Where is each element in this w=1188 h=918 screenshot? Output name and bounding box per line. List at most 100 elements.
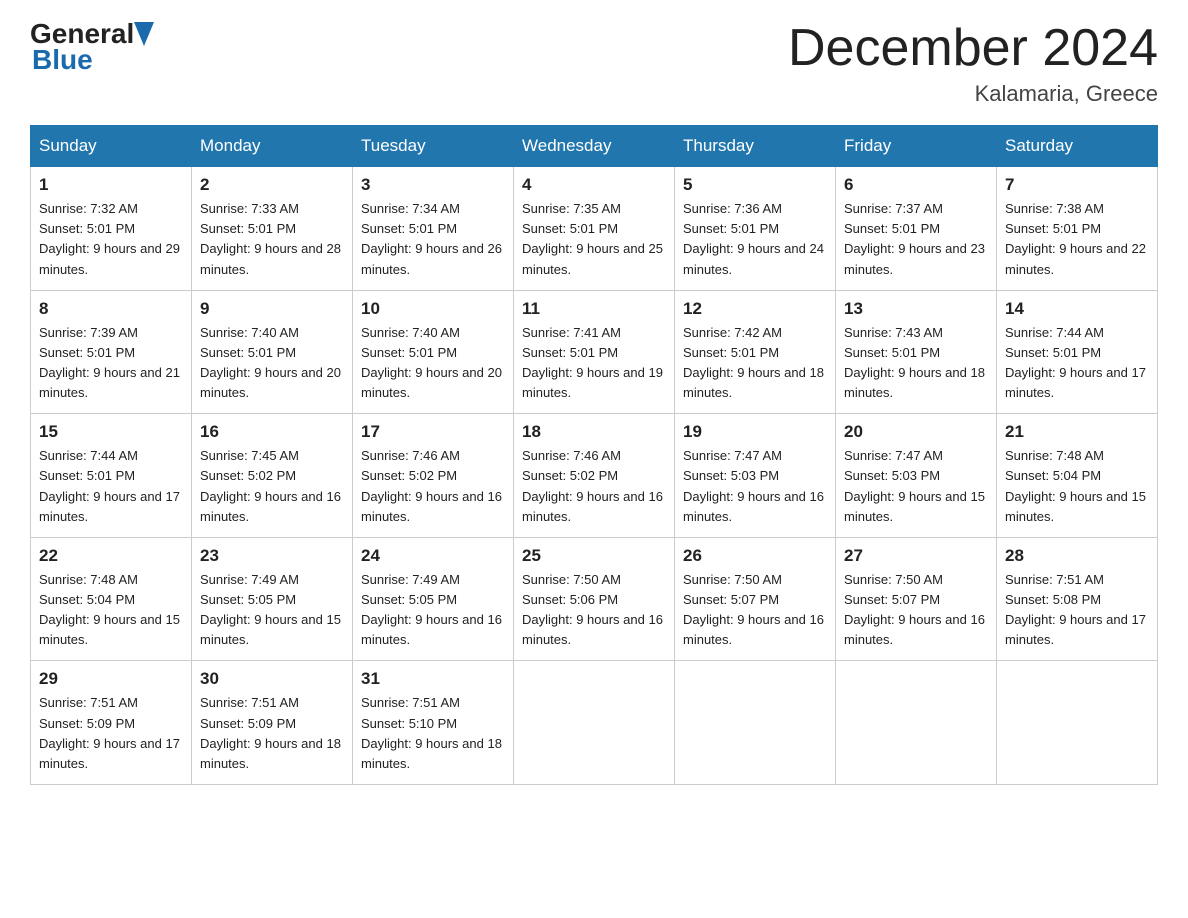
day-cell-14: 14 Sunrise: 7:44 AMSunset: 5:01 PMDaylig… [997,290,1158,414]
day-cell-16: 16 Sunrise: 7:45 AMSunset: 5:02 PMDaylig… [192,414,353,538]
day-info: Sunrise: 7:44 AMSunset: 5:01 PMDaylight:… [39,448,180,523]
day-cell-6: 6 Sunrise: 7:37 AMSunset: 5:01 PMDayligh… [836,167,997,291]
day-cell-19: 19 Sunrise: 7:47 AMSunset: 5:03 PMDaylig… [675,414,836,538]
day-info: Sunrise: 7:42 AMSunset: 5:01 PMDaylight:… [683,325,824,400]
day-number: 11 [522,299,666,319]
week-row-1: 1 Sunrise: 7:32 AMSunset: 5:01 PMDayligh… [31,167,1158,291]
day-number: 7 [1005,175,1149,195]
day-number: 18 [522,422,666,442]
day-cell-25: 25 Sunrise: 7:50 AMSunset: 5:06 PMDaylig… [514,537,675,661]
day-info: Sunrise: 7:32 AMSunset: 5:01 PMDaylight:… [39,201,180,276]
day-info: Sunrise: 7:46 AMSunset: 5:02 PMDaylight:… [361,448,502,523]
day-info: Sunrise: 7:50 AMSunset: 5:07 PMDaylight:… [683,572,824,647]
day-number: 19 [683,422,827,442]
day-info: Sunrise: 7:49 AMSunset: 5:05 PMDaylight:… [361,572,502,647]
empty-cell-4-3 [514,661,675,785]
day-number: 9 [200,299,344,319]
day-number: 8 [39,299,183,319]
day-cell-31: 31 Sunrise: 7:51 AMSunset: 5:10 PMDaylig… [353,661,514,785]
weekday-tuesday: Tuesday [353,126,514,167]
week-row-3: 15 Sunrise: 7:44 AMSunset: 5:01 PMDaylig… [31,414,1158,538]
weekday-saturday: Saturday [997,126,1158,167]
day-number: 5 [683,175,827,195]
location: Kalamaria, Greece [788,81,1158,107]
day-number: 3 [361,175,505,195]
day-info: Sunrise: 7:50 AMSunset: 5:07 PMDaylight:… [844,572,985,647]
title-block: December 2024 Kalamaria, Greece [788,20,1158,107]
day-info: Sunrise: 7:34 AMSunset: 5:01 PMDaylight:… [361,201,502,276]
day-number: 2 [200,175,344,195]
day-number: 10 [361,299,505,319]
day-number: 30 [200,669,344,689]
day-cell-17: 17 Sunrise: 7:46 AMSunset: 5:02 PMDaylig… [353,414,514,538]
day-info: Sunrise: 7:43 AMSunset: 5:01 PMDaylight:… [844,325,985,400]
day-info: Sunrise: 7:37 AMSunset: 5:01 PMDaylight:… [844,201,985,276]
day-number: 15 [39,422,183,442]
day-cell-11: 11 Sunrise: 7:41 AMSunset: 5:01 PMDaylig… [514,290,675,414]
logo-blue-text: Blue [30,44,93,76]
day-cell-22: 22 Sunrise: 7:48 AMSunset: 5:04 PMDaylig… [31,537,192,661]
empty-cell-4-5 [836,661,997,785]
day-number: 16 [200,422,344,442]
day-number: 31 [361,669,505,689]
day-cell-23: 23 Sunrise: 7:49 AMSunset: 5:05 PMDaylig… [192,537,353,661]
week-row-2: 8 Sunrise: 7:39 AMSunset: 5:01 PMDayligh… [31,290,1158,414]
day-info: Sunrise: 7:49 AMSunset: 5:05 PMDaylight:… [200,572,341,647]
logo-arrow-icon [134,22,154,46]
day-number: 13 [844,299,988,319]
day-cell-9: 9 Sunrise: 7:40 AMSunset: 5:01 PMDayligh… [192,290,353,414]
day-info: Sunrise: 7:40 AMSunset: 5:01 PMDaylight:… [200,325,341,400]
day-cell-8: 8 Sunrise: 7:39 AMSunset: 5:01 PMDayligh… [31,290,192,414]
day-info: Sunrise: 7:48 AMSunset: 5:04 PMDaylight:… [1005,448,1146,523]
day-info: Sunrise: 7:33 AMSunset: 5:01 PMDaylight:… [200,201,341,276]
day-info: Sunrise: 7:41 AMSunset: 5:01 PMDaylight:… [522,325,663,400]
day-number: 29 [39,669,183,689]
day-info: Sunrise: 7:46 AMSunset: 5:02 PMDaylight:… [522,448,663,523]
week-row-4: 22 Sunrise: 7:48 AMSunset: 5:04 PMDaylig… [31,537,1158,661]
day-cell-5: 5 Sunrise: 7:36 AMSunset: 5:01 PMDayligh… [675,167,836,291]
day-number: 14 [1005,299,1149,319]
day-info: Sunrise: 7:51 AMSunset: 5:10 PMDaylight:… [361,695,502,770]
day-info: Sunrise: 7:36 AMSunset: 5:01 PMDaylight:… [683,201,824,276]
day-cell-15: 15 Sunrise: 7:44 AMSunset: 5:01 PMDaylig… [31,414,192,538]
month-title: December 2024 [788,20,1158,77]
day-info: Sunrise: 7:47 AMSunset: 5:03 PMDaylight:… [844,448,985,523]
day-number: 12 [683,299,827,319]
day-cell-27: 27 Sunrise: 7:50 AMSunset: 5:07 PMDaylig… [836,537,997,661]
day-number: 28 [1005,546,1149,566]
day-number: 17 [361,422,505,442]
weekday-header-row: SundayMondayTuesdayWednesdayThursdayFrid… [31,126,1158,167]
day-number: 6 [844,175,988,195]
weekday-wednesday: Wednesday [514,126,675,167]
day-cell-3: 3 Sunrise: 7:34 AMSunset: 5:01 PMDayligh… [353,167,514,291]
day-number: 22 [39,546,183,566]
day-cell-29: 29 Sunrise: 7:51 AMSunset: 5:09 PMDaylig… [31,661,192,785]
day-info: Sunrise: 7:48 AMSunset: 5:04 PMDaylight:… [39,572,180,647]
day-info: Sunrise: 7:51 AMSunset: 5:08 PMDaylight:… [1005,572,1146,647]
day-number: 1 [39,175,183,195]
weekday-friday: Friday [836,126,997,167]
day-info: Sunrise: 7:47 AMSunset: 5:03 PMDaylight:… [683,448,824,523]
day-info: Sunrise: 7:45 AMSunset: 5:02 PMDaylight:… [200,448,341,523]
day-info: Sunrise: 7:38 AMSunset: 5:01 PMDaylight:… [1005,201,1146,276]
day-cell-28: 28 Sunrise: 7:51 AMSunset: 5:08 PMDaylig… [997,537,1158,661]
day-info: Sunrise: 7:50 AMSunset: 5:06 PMDaylight:… [522,572,663,647]
day-cell-21: 21 Sunrise: 7:48 AMSunset: 5:04 PMDaylig… [997,414,1158,538]
weekday-monday: Monday [192,126,353,167]
day-info: Sunrise: 7:35 AMSunset: 5:01 PMDaylight:… [522,201,663,276]
page-header: General Blue December 2024 Kalamaria, Gr… [30,20,1158,107]
day-cell-10: 10 Sunrise: 7:40 AMSunset: 5:01 PMDaylig… [353,290,514,414]
empty-cell-4-4 [675,661,836,785]
day-number: 25 [522,546,666,566]
day-cell-13: 13 Sunrise: 7:43 AMSunset: 5:01 PMDaylig… [836,290,997,414]
day-number: 20 [844,422,988,442]
day-info: Sunrise: 7:51 AMSunset: 5:09 PMDaylight:… [39,695,180,770]
week-row-5: 29 Sunrise: 7:51 AMSunset: 5:09 PMDaylig… [31,661,1158,785]
day-info: Sunrise: 7:39 AMSunset: 5:01 PMDaylight:… [39,325,180,400]
day-cell-4: 4 Sunrise: 7:35 AMSunset: 5:01 PMDayligh… [514,167,675,291]
day-cell-1: 1 Sunrise: 7:32 AMSunset: 5:01 PMDayligh… [31,167,192,291]
day-info: Sunrise: 7:44 AMSunset: 5:01 PMDaylight:… [1005,325,1146,400]
day-info: Sunrise: 7:40 AMSunset: 5:01 PMDaylight:… [361,325,502,400]
day-cell-12: 12 Sunrise: 7:42 AMSunset: 5:01 PMDaylig… [675,290,836,414]
calendar-table: SundayMondayTuesdayWednesdayThursdayFrid… [30,125,1158,785]
